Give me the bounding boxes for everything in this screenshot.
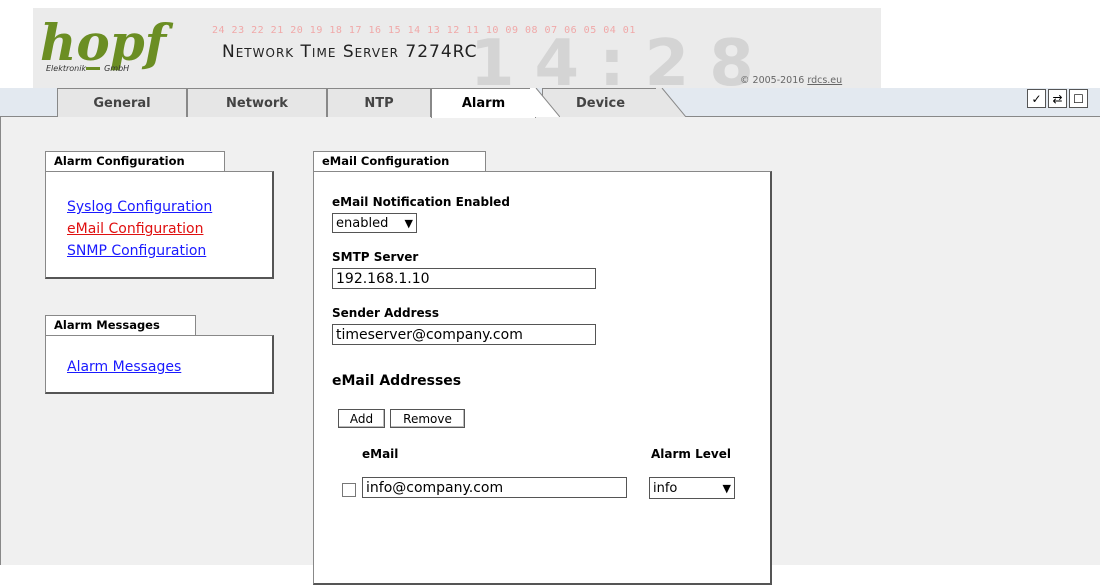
link-snmp-configuration[interactable]: SNMP Configuration: [67, 243, 206, 259]
chevron-down-icon: ▼: [404, 216, 413, 230]
email-addresses-heading: eMail Addresses: [332, 373, 462, 389]
page-icon[interactable]: ☐: [1069, 89, 1088, 108]
hopf-logo: hopf: [40, 13, 167, 72]
row-alarm-level-value: info: [653, 480, 678, 496]
tab-network[interactable]: Network: [187, 88, 327, 117]
add-button[interactable]: Add: [338, 409, 385, 428]
link-email-configuration[interactable]: eMail Configuration: [67, 221, 203, 237]
sender-label: Sender Address: [332, 306, 439, 320]
logo-sub-left: Elektronik: [46, 64, 87, 73]
email-configuration-title: eMail Configuration: [313, 151, 486, 171]
notification-value: enabled: [336, 215, 389, 231]
check-icon[interactable]: ✓: [1027, 89, 1046, 108]
link-syslog-configuration[interactable]: Syslog Configuration: [67, 199, 212, 215]
tab-alarm-slant: [530, 88, 560, 117]
row-alarm-level-select[interactable]: info ▼: [649, 477, 735, 499]
toolbar: ✓ ⇄ ☐: [1027, 89, 1088, 108]
logo-sub-right: GmbH: [104, 64, 130, 73]
header: 24 23 22 21 20 19 18 17 16 15 14 13 12 1…: [0, 0, 1100, 96]
product-title: Network Time Server 7274RC: [222, 42, 478, 62]
link-alarm-messages[interactable]: Alarm Messages: [67, 359, 181, 375]
logo-subtitle: Elektronik GmbH: [46, 64, 129, 73]
col-alarm-level-header: Alarm Level: [651, 447, 731, 461]
tab-device-slant: [656, 88, 686, 117]
alarm-configuration-title: Alarm Configuration: [45, 151, 225, 171]
notification-select[interactable]: enabled ▼: [332, 213, 417, 233]
row-email-input[interactable]: info@company.com: [362, 477, 627, 498]
alarm-messages-title: Alarm Messages: [45, 315, 196, 335]
copyright: © 2005-2016 rdcs.eu: [740, 75, 842, 86]
main-content: Alarm Configuration Syslog Configuration…: [0, 117, 1100, 585]
remove-button[interactable]: Remove: [390, 409, 465, 428]
col-email-header: eMail: [362, 447, 399, 461]
banner-time-watermark: 14:28: [470, 27, 774, 101]
tab-general[interactable]: General: [57, 88, 187, 117]
notification-label: eMail Notification Enabled: [332, 195, 510, 209]
copyright-link[interactable]: rdcs.eu: [807, 75, 842, 86]
chevron-down-icon: ▼: [722, 481, 731, 495]
row-select-checkbox[interactable]: [342, 483, 356, 497]
reload-icon[interactable]: ⇄: [1048, 89, 1067, 108]
copyright-text: © 2005-2016: [740, 75, 808, 86]
smtp-label: SMTP Server: [332, 250, 419, 264]
tab-alarm[interactable]: Alarm: [431, 88, 536, 118]
smtp-server-input[interactable]: 192.168.1.10: [332, 268, 596, 289]
tab-ntp[interactable]: NTP: [327, 88, 431, 117]
sender-address-input[interactable]: timeserver@company.com: [332, 324, 596, 345]
